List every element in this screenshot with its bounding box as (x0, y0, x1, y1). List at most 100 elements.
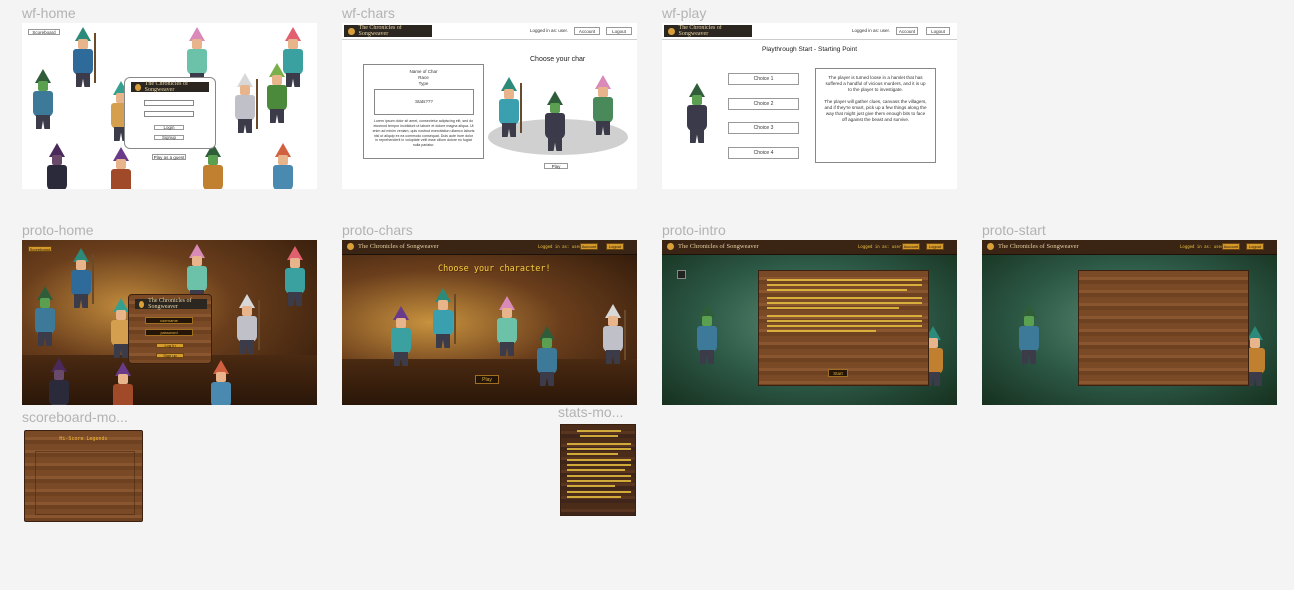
game-title: The Chronicles of Songweaver (144, 81, 188, 93)
character-option-orc[interactable] (532, 326, 562, 386)
game-title: The Chronicles of Songweaver (998, 243, 1079, 250)
frame-label-proto-intro[interactable]: proto-intro (662, 222, 726, 238)
dragon-icon (667, 243, 674, 250)
frame-wf-play[interactable]: The Chronicles of Songweaver Logged in a… (662, 23, 957, 189)
dragon-icon (347, 243, 354, 250)
dragon-icon (987, 243, 994, 250)
scoreboard-heading: Hi-Score Legends (59, 436, 108, 442)
character-description: Lorem ipsum dolor sit amet, consectetur … (372, 119, 475, 148)
choice-2-button[interactable]: Choice 2 (728, 98, 799, 110)
game-title: The Chronicles of Songweaver (358, 25, 402, 37)
frame-label-wf-chars[interactable]: wf-chars (342, 5, 395, 21)
game-title: The Chronicles of Songweaver (678, 243, 759, 250)
game-logo: The Chronicles of Songweaver (131, 81, 209, 93)
logout-button[interactable]: Logout (926, 243, 944, 250)
guest-button[interactable]: Play as a guest (152, 154, 186, 160)
character-sprite-dark-knight (42, 143, 72, 189)
username-field[interactable] (144, 100, 194, 106)
character-sprite-elf-mage (68, 27, 98, 87)
story-panel: The player is turned loose in a hamlet t… (815, 68, 936, 163)
game-logo: The Chronicles of Songweaver (664, 25, 752, 37)
header: The Chronicles of Songweaver Logged in a… (662, 23, 957, 40)
character-option-elf[interactable] (588, 75, 618, 135)
character-sprite-bard (280, 246, 310, 306)
dragon-icon (668, 27, 675, 35)
login-card: The Chronicles of Songweaver username pa… (128, 294, 212, 364)
frame-stats-modal[interactable] (560, 424, 636, 516)
frame-wf-home[interactable]: Scoreboard The Chronicles of Songweaver … (22, 23, 317, 189)
character-option-wizard[interactable] (598, 304, 628, 364)
frame-scoreboard-modal[interactable]: Hi-Score Legends (24, 430, 143, 522)
logged-in-text: Logged in as: user. (852, 28, 891, 33)
account-button[interactable]: Account (1222, 243, 1240, 250)
logged-in-text: Logged in as: user. (538, 244, 584, 249)
logout-button[interactable]: Logout (1246, 243, 1264, 250)
story-paragraph-1: The player is turned loose in a hamlet t… (825, 75, 926, 93)
story-paragraph-2: The player will gather clues, canvass th… (824, 98, 927, 123)
choice-4-button[interactable]: Choice 4 (728, 147, 799, 159)
frame-label-scoreboard-modal[interactable]: scoreboard-mo... (22, 409, 128, 425)
frame-label-proto-home[interactable]: proto-home (22, 222, 94, 238)
player-character-orc (1014, 304, 1044, 364)
game-title: The Chronicles of Songweaver (148, 298, 192, 310)
intro-story-text (767, 279, 922, 335)
character-sprite-elf-mage (66, 248, 96, 308)
character-sprite-witch (268, 143, 298, 189)
character-option-elf-mage[interactable] (428, 288, 458, 348)
frame-wf-chars[interactable]: The Chronicles of Songweaver Logged in a… (342, 23, 637, 189)
choice-1-button[interactable]: Choice 1 (728, 73, 799, 85)
account-button[interactable]: Account (580, 243, 598, 250)
character-sprite-rogue (108, 362, 138, 405)
back-icon[interactable] (677, 270, 686, 279)
password-field[interactable] (144, 111, 194, 117)
start-button[interactable]: Start (828, 369, 848, 377)
account-button[interactable]: Account (574, 27, 600, 35)
header: The Chronicles of Songweaver Logged in a… (342, 240, 637, 255)
game-title: The Chronicles of Songweaver (358, 243, 439, 250)
account-button[interactable]: Account (902, 243, 920, 250)
character-option-rogue[interactable] (386, 306, 416, 366)
intro-story-panel: Start (758, 270, 929, 386)
character-sprite-elf-green (262, 63, 292, 123)
scoreboard-button[interactable]: Scoreboard (28, 246, 52, 252)
frame-proto-intro[interactable]: The Chronicles of Songweaver Logged in a… (662, 240, 957, 405)
frame-label-wf-home[interactable]: wf-home (22, 5, 76, 21)
play-button[interactable]: Play (475, 375, 499, 384)
frame-proto-home[interactable]: Scoreboard The Chronicles of Songweaver … (22, 240, 317, 405)
stats-text (567, 430, 631, 501)
login-card: The Chronicles of Songweaver Login Signu… (124, 77, 216, 149)
signup-button[interactable]: Sign up (156, 353, 184, 358)
choose-heading: Choose your char (530, 56, 586, 63)
logged-in-text: Logged in as: user. (530, 28, 569, 33)
login-button[interactable]: Login (154, 125, 184, 130)
frame-label-proto-start[interactable]: proto-start (982, 222, 1046, 238)
stats-box: Stats??? (374, 89, 474, 115)
frame-proto-start[interactable]: The Chronicles of Songweaver Logged in a… (982, 240, 1277, 405)
game-logo: The Chronicles of Songweaver (135, 298, 207, 310)
play-button[interactable]: Play (544, 163, 568, 169)
scoreboard-button[interactable]: Scoreboard (28, 29, 60, 35)
character-option-orc[interactable] (540, 91, 570, 151)
story-panel (1078, 270, 1249, 386)
character-option-elf[interactable] (492, 296, 522, 356)
frame-proto-chars[interactable]: The Chronicles of Songweaver Logged in a… (342, 240, 637, 405)
login-button[interactable]: Log In (156, 343, 184, 348)
playthrough-heading: Playthrough Start - Starting Point (761, 46, 858, 53)
choice-3-button[interactable]: Choice 3 (728, 122, 799, 134)
logout-button[interactable]: Logout (926, 27, 950, 35)
character-sprite-witch (206, 360, 236, 405)
frame-label-proto-chars[interactable]: proto-chars (342, 222, 413, 238)
character-option-elf-mage[interactable] (494, 77, 524, 137)
logout-button[interactable]: Logout (606, 27, 632, 35)
frame-label-wf-play[interactable]: wf-play (662, 5, 706, 21)
signup-button[interactable]: Signup (154, 135, 184, 140)
password-input[interactable]: password (145, 329, 193, 336)
header: The Chronicles of Songweaver Logged in a… (662, 240, 957, 255)
player-character (682, 83, 712, 143)
frame-label-stats-modal[interactable]: stats-mo... (558, 404, 623, 420)
username-input[interactable]: username (145, 317, 193, 324)
account-button[interactable]: Account (896, 27, 918, 35)
logout-button[interactable]: Logout (606, 243, 624, 250)
game-logo: The Chronicles of Songweaver (344, 25, 432, 37)
scoreboard-table (35, 451, 135, 515)
